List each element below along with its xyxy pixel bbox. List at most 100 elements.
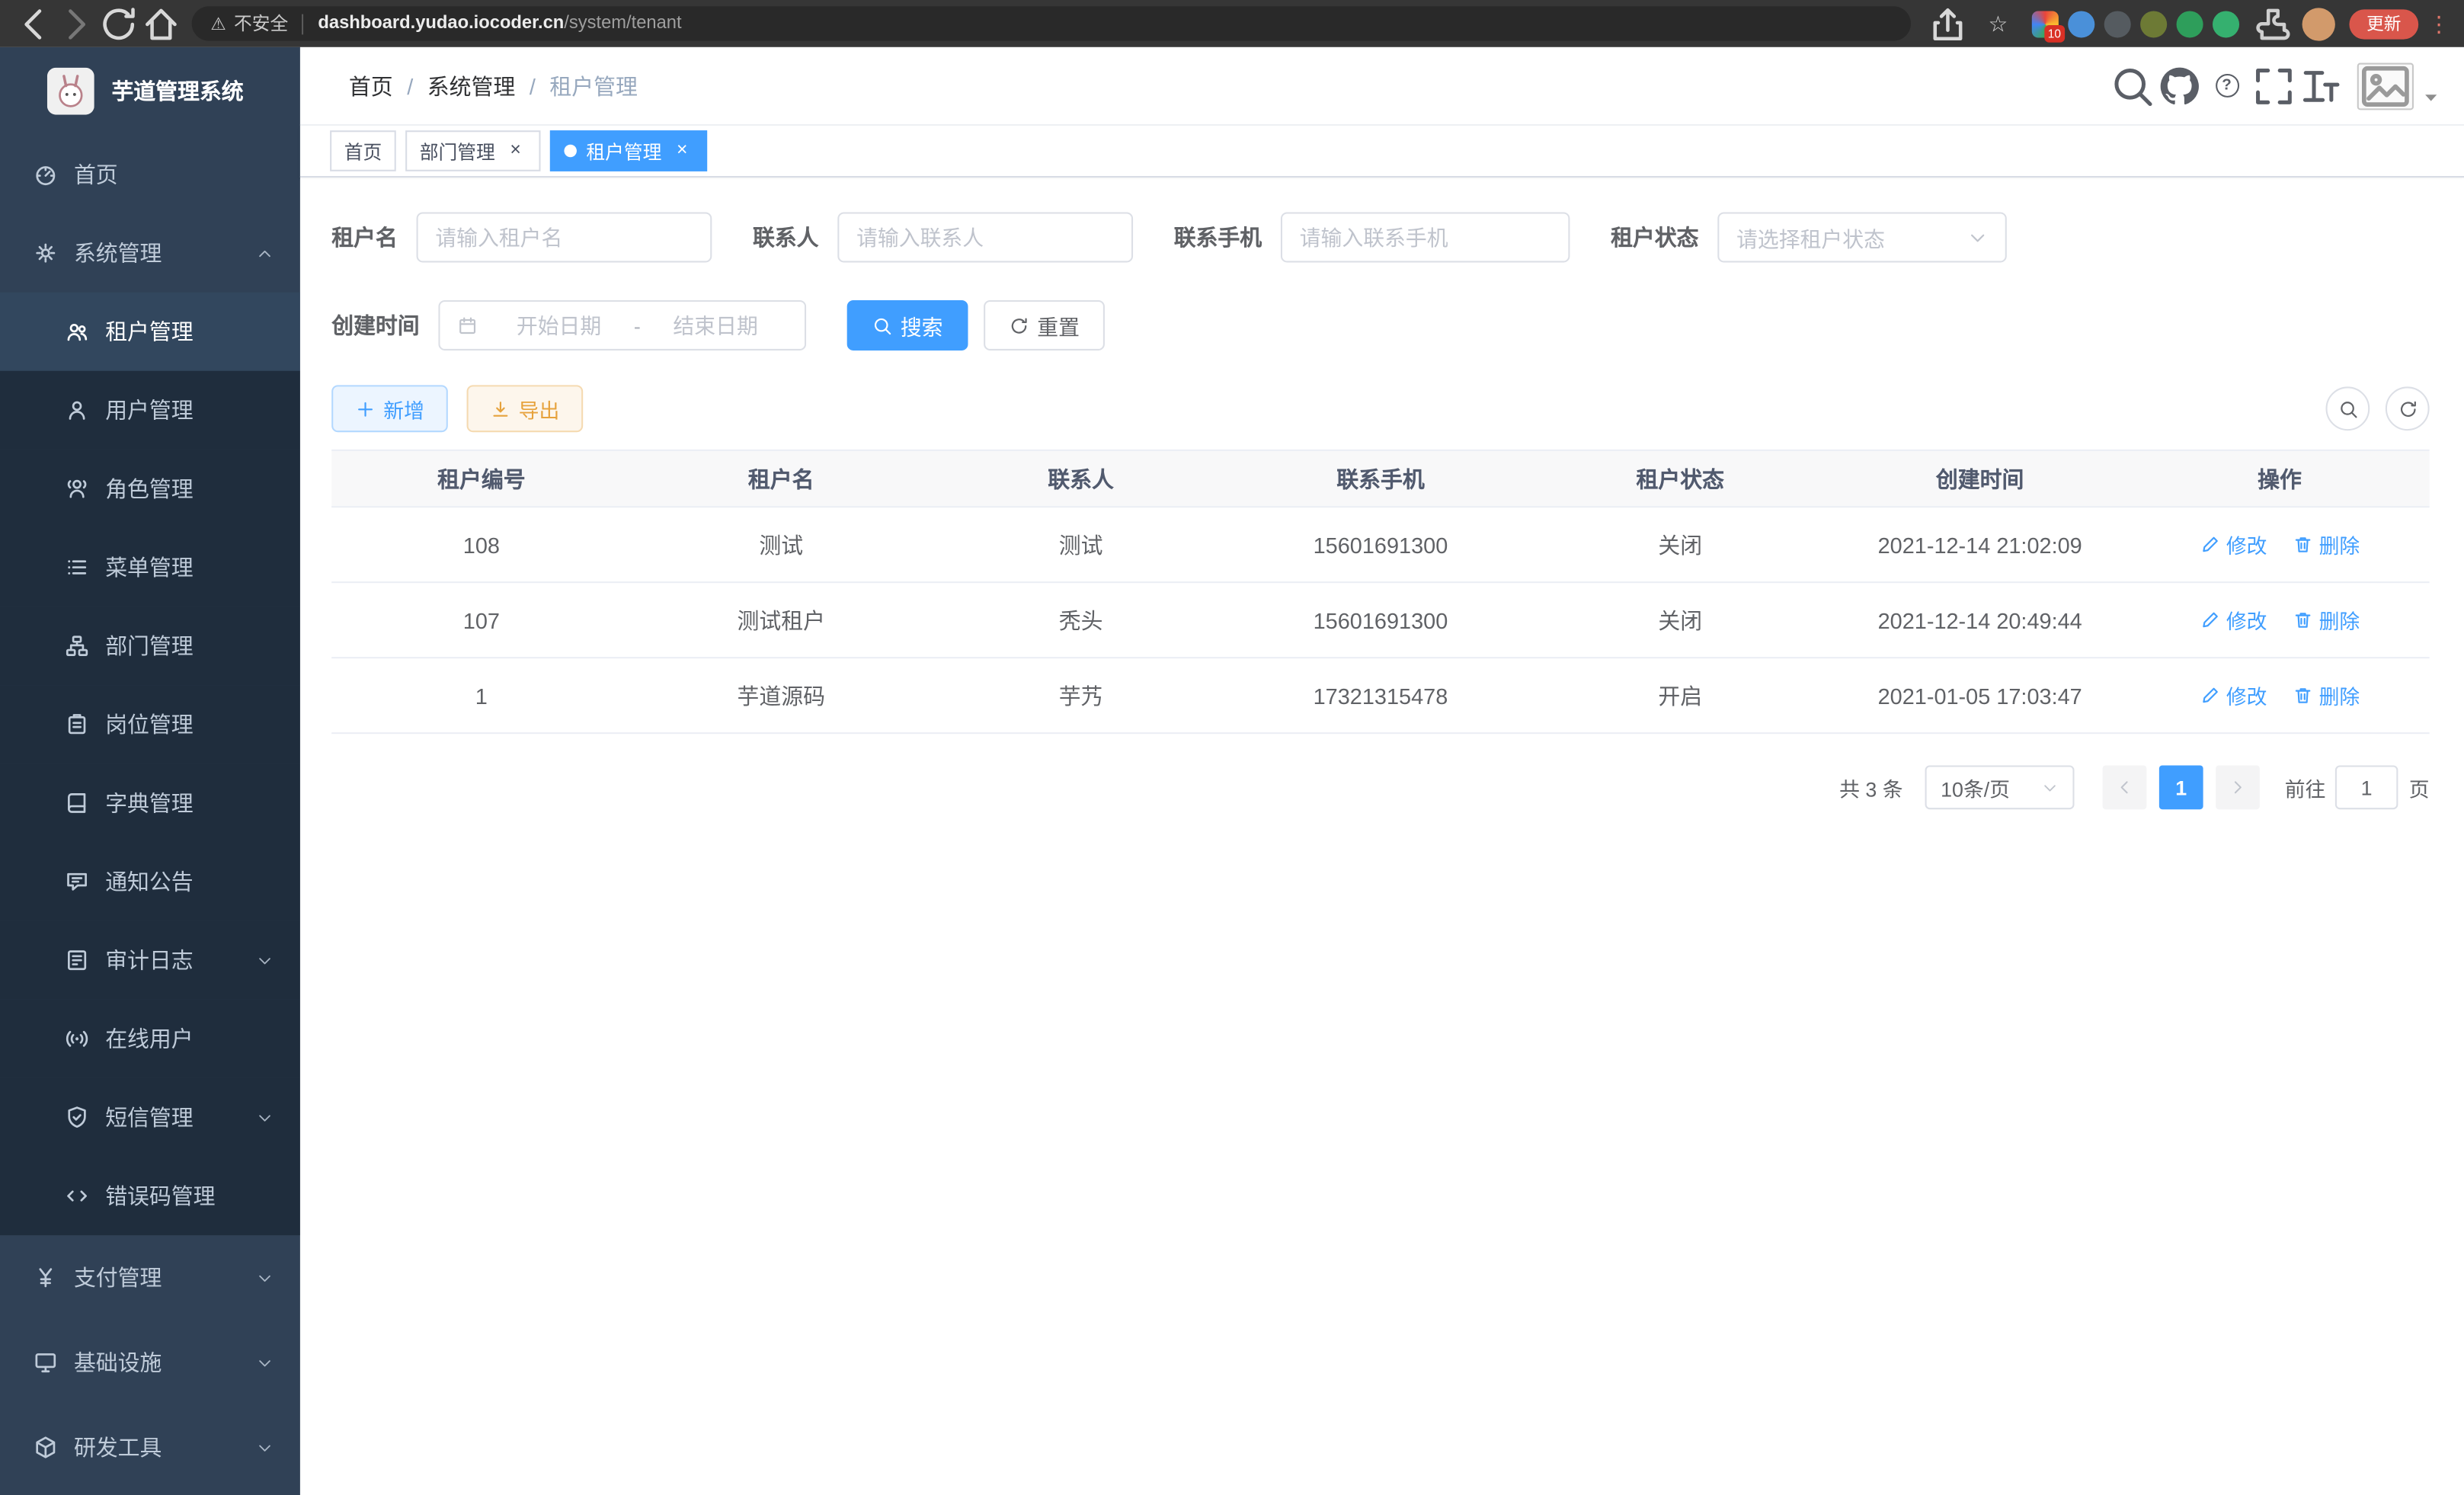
goto-page-input[interactable]	[2335, 765, 2398, 809]
breadcrumb-system[interactable]: 系统管理	[427, 70, 516, 101]
sidebar-item-audit[interactable]: 审计日志	[0, 921, 300, 1000]
chevron-down-icon	[256, 1269, 274, 1286]
fullscreen-icon[interactable]	[2251, 60, 2298, 110]
reset-button[interactable]: 重置	[984, 300, 1105, 351]
browser-profile-avatar[interactable]	[2302, 7, 2335, 40]
page-1-button[interactable]: 1	[2159, 765, 2203, 809]
next-page-button[interactable]	[2216, 765, 2260, 809]
contact-input[interactable]	[856, 226, 1114, 249]
post-icon	[65, 712, 90, 737]
ext-colorful-icon[interactable]: 10	[2032, 10, 2059, 37]
phone-input-wrap[interactable]	[1281, 212, 1570, 262]
cell-actions: 修改删除	[2130, 605, 2429, 635]
status-placeholder: 请选择租户状态	[1736, 222, 1885, 253]
chrome-menu-icon[interactable]: ⋮	[2427, 10, 2452, 37]
toggle-search-button[interactable]	[2326, 386, 2370, 431]
export-button[interactable]: 导出	[467, 385, 584, 432]
help-icon[interactable]: ?	[2203, 60, 2251, 110]
ext-olive-icon[interactable]	[2140, 10, 2167, 37]
cell-status: 关闭	[1531, 604, 1830, 635]
delete-button[interactable]: 删除	[2293, 530, 2360, 559]
user-avatar[interactable]	[2357, 62, 2414, 109]
ext-chat-icon[interactable]	[2213, 10, 2239, 37]
sidebar-item-role[interactable]: 角色管理	[0, 450, 300, 528]
start-date-input[interactable]	[487, 313, 630, 337]
phone-input[interactable]	[1300, 226, 1551, 249]
sidebar-item-system[interactable]: 系统管理	[0, 214, 300, 293]
user-icon	[65, 398, 90, 423]
sidebar-item-dept[interactable]: 部门管理	[0, 607, 300, 685]
cell-status: 开启	[1531, 680, 1830, 711]
cell-contact: 测试	[931, 529, 1230, 560]
browser-forward-icon[interactable]	[55, 5, 98, 43]
status-select[interactable]: 请选择租户状态	[1717, 212, 2007, 262]
github-icon[interactable]	[2156, 60, 2203, 110]
caret-down-icon[interactable]	[2420, 85, 2442, 107]
filter-create-time: 创建时间 -	[331, 300, 806, 351]
edit-button[interactable]: 修改	[2200, 530, 2267, 559]
sidebar-item-dict[interactable]: 字典管理	[0, 764, 300, 842]
breadcrumb-home[interactable]: 首页	[349, 70, 393, 101]
font-size-icon[interactable]	[2297, 60, 2344, 110]
sidebar-item-devtool[interactable]: 研发工具	[0, 1405, 300, 1490]
tab-home[interactable]: 首页	[330, 130, 396, 171]
table-toolbar: 新增 导出	[331, 385, 2429, 432]
ext-dark-icon[interactable]	[2104, 10, 2131, 37]
sidebar-item-tenant[interactable]: 租户管理	[0, 293, 300, 371]
header-search-icon[interactable]	[2109, 60, 2156, 110]
cell-created: 2021-01-05 17:03:47	[1830, 683, 2130, 708]
tab-close-icon[interactable]: ×	[504, 140, 526, 162]
share-icon[interactable]	[1927, 5, 1970, 43]
page-size-select[interactable]: 10条/页	[1925, 765, 2074, 809]
tenant-name-input[interactable]	[435, 226, 693, 249]
browser-back-icon[interactable]	[13, 5, 56, 43]
browser-address-bar[interactable]: ⚠ 不安全 dashboard.yudao.iocoder.cn/system/…	[192, 6, 1911, 40]
page-unit-label: 页	[2409, 773, 2430, 802]
breadcrumb-current: 租户管理	[549, 70, 638, 101]
tab-tenant[interactable]: 租户管理×	[550, 130, 707, 171]
delete-button[interactable]: 删除	[2293, 605, 2360, 635]
ext-green-icon[interactable]	[2177, 10, 2203, 37]
dept-icon	[65, 633, 90, 658]
extension-badge: 10	[2044, 25, 2066, 42]
sidebar-item-infra[interactable]: 基础设施	[0, 1321, 300, 1405]
sidebar-item-menu[interactable]: 菜单管理	[0, 528, 300, 607]
browser-home-icon[interactable]	[140, 5, 183, 43]
extensions-puzzle-icon[interactable]	[2252, 5, 2295, 43]
search-button[interactable]: 搜索	[847, 300, 968, 351]
sidebar-item-errcode[interactable]: 错误码管理	[0, 1157, 300, 1235]
tenant-name-input-wrap[interactable]	[417, 212, 712, 262]
cell-id: 107	[331, 607, 631, 632]
add-button[interactable]: 新增	[331, 385, 448, 432]
edit-button[interactable]: 修改	[2200, 605, 2267, 635]
goto-label: 前往	[2285, 773, 2326, 802]
date-range-picker[interactable]: -	[438, 300, 806, 351]
delete-button[interactable]: 删除	[2293, 680, 2360, 710]
tab-dept[interactable]: 部门管理×	[405, 130, 540, 171]
sidebar-item-label: 用户管理	[105, 395, 194, 426]
ext-blue-icon[interactable]	[2068, 10, 2094, 37]
end-date-input[interactable]	[644, 313, 787, 337]
sidebar-item-pay[interactable]: 支付管理	[0, 1235, 300, 1320]
sidebar-item-user[interactable]: 用户管理	[0, 371, 300, 450]
security-label[interactable]: 不安全	[234, 11, 288, 36]
chrome-update-button[interactable]: 更新	[2349, 8, 2418, 38]
column-header-1: 租户名	[632, 463, 931, 494]
sidebar-logo[interactable]: 芋道管理系统	[0, 47, 300, 136]
search-icon	[2338, 399, 2358, 419]
sidebar-item-notice[interactable]: 通知公告	[0, 843, 300, 921]
refresh-table-button[interactable]	[2386, 386, 2430, 431]
sidebar-item-home[interactable]: 首页	[0, 135, 300, 213]
prev-page-button[interactable]	[2103, 765, 2147, 809]
bookmark-star-icon[interactable]: ☆	[1977, 5, 2020, 43]
contact-input-wrap[interactable]	[837, 212, 1133, 262]
browser-refresh-icon[interactable]	[98, 5, 140, 43]
url-domain: dashboard.yudao.iocoder.cn	[318, 14, 564, 34]
sidebar-item-sms[interactable]: 短信管理	[0, 1078, 300, 1157]
edit-button[interactable]: 修改	[2200, 680, 2267, 710]
column-header-0: 租户编号	[331, 463, 631, 494]
sidebar-item-post[interactable]: 岗位管理	[0, 685, 300, 764]
tab-close-icon[interactable]: ×	[671, 140, 693, 162]
sidebar-item-online[interactable]: 在线用户	[0, 1000, 300, 1078]
cell-phone: 17321315478	[1230, 683, 1530, 708]
